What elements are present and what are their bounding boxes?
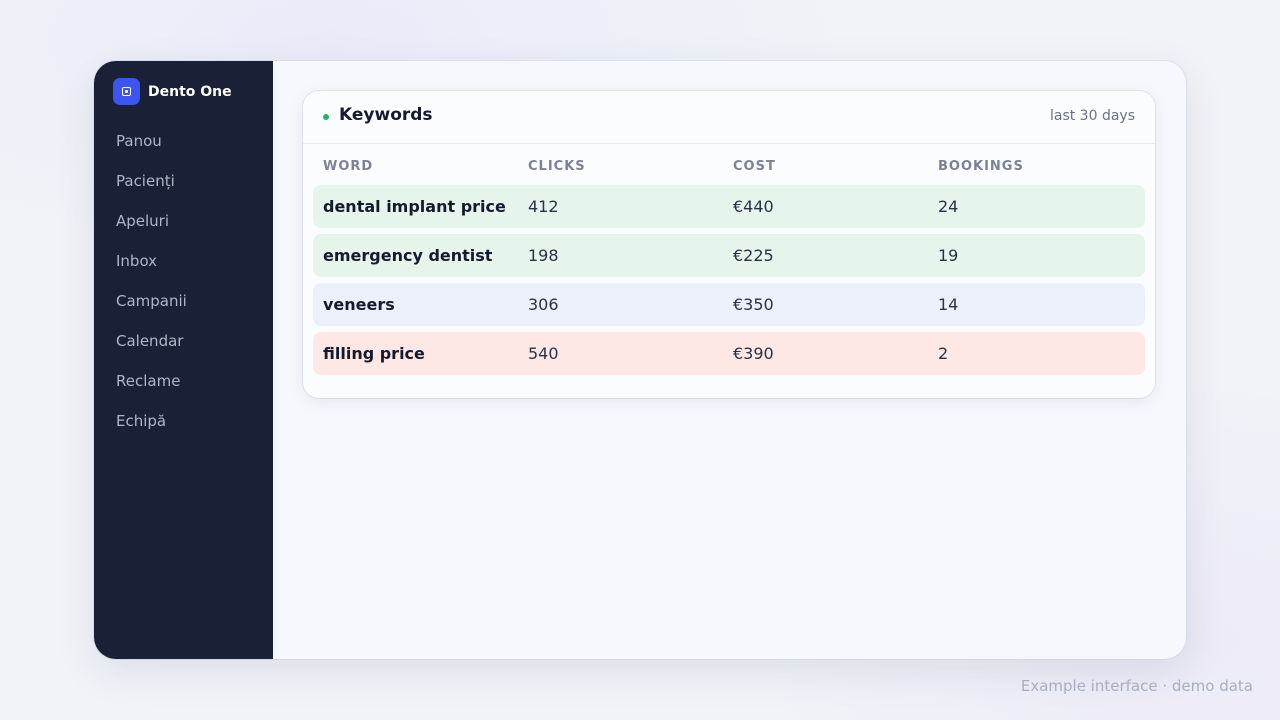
sidebar-item-calendar[interactable]: Calendar <box>94 325 273 365</box>
cell-bookings: 19 <box>938 246 959 265</box>
sidebar-item-reclame[interactable]: Reclame <box>94 365 273 405</box>
column-header-word: WORD <box>323 159 374 174</box>
cell-word: veneers <box>323 295 395 314</box>
sidebar-item-campanii[interactable]: Campanii <box>94 285 273 325</box>
cell-cost: €350 <box>733 295 774 314</box>
demo-data-note: Example interface · demo data <box>1020 677 1253 695</box>
table-row[interactable]: emergency dentist 198 €225 19 <box>313 234 1145 277</box>
sidebar-item-apeluri[interactable]: Apeluri <box>94 205 273 245</box>
brand[interactable]: Dento One <box>113 78 232 105</box>
cell-cost: €225 <box>733 246 774 265</box>
app-window: Dento One Panou Pacienți Apeluri Inbox C… <box>94 61 1186 659</box>
cell-cost: €390 <box>733 344 774 363</box>
cell-word: filling price <box>323 344 425 363</box>
logo-mark <box>122 87 131 96</box>
sidebar-item-echipa[interactable]: Echipă <box>94 405 273 445</box>
keywords-card: Keywords last 30 days WORD CLICKS COST B… <box>303 91 1155 398</box>
brand-name: Dento One <box>148 83 232 100</box>
cell-clicks: 306 <box>528 295 559 314</box>
main-content: Keywords last 30 days WORD CLICKS COST B… <box>273 61 1186 659</box>
logo-icon <box>113 78 140 105</box>
sidebar-item-panou[interactable]: Panou <box>94 125 273 165</box>
keywords-table: dental implant price 412 €440 24 emergen… <box>313 185 1145 381</box>
sidebar-nav: Panou Pacienți Apeluri Inbox Campanii Ca… <box>94 125 273 445</box>
cell-cost: €440 <box>733 197 774 216</box>
cell-clicks: 198 <box>528 246 559 265</box>
table-row[interactable]: filling price 540 €390 2 <box>313 332 1145 375</box>
cell-bookings: 2 <box>938 344 949 363</box>
cell-bookings: 14 <box>938 295 959 314</box>
column-header-bookings: BOOKINGS <box>938 159 1024 174</box>
sidebar-item-pacienti[interactable]: Pacienți <box>94 165 273 205</box>
sidebar: Dento One Panou Pacienți Apeluri Inbox C… <box>94 61 273 659</box>
column-header-cost: COST <box>733 159 776 174</box>
card-title: Keywords <box>339 105 433 125</box>
table-header: WORD CLICKS COST BOOKINGS <box>303 159 1155 175</box>
sidebar-item-inbox[interactable]: Inbox <box>94 245 273 285</box>
date-range-label: last 30 days <box>1049 108 1135 124</box>
status-dot-icon <box>323 114 329 120</box>
table-row[interactable]: veneers 306 €350 14 <box>313 283 1145 326</box>
cell-word: dental implant price <box>323 197 506 216</box>
table-row[interactable]: dental implant price 412 €440 24 <box>313 185 1145 228</box>
cell-clicks: 540 <box>528 344 559 363</box>
column-header-clicks: CLICKS <box>528 159 586 174</box>
cell-bookings: 24 <box>938 197 959 216</box>
card-header: Keywords last 30 days <box>303 91 1155 144</box>
cell-clicks: 412 <box>528 197 559 216</box>
cell-word: emergency dentist <box>323 246 493 265</box>
